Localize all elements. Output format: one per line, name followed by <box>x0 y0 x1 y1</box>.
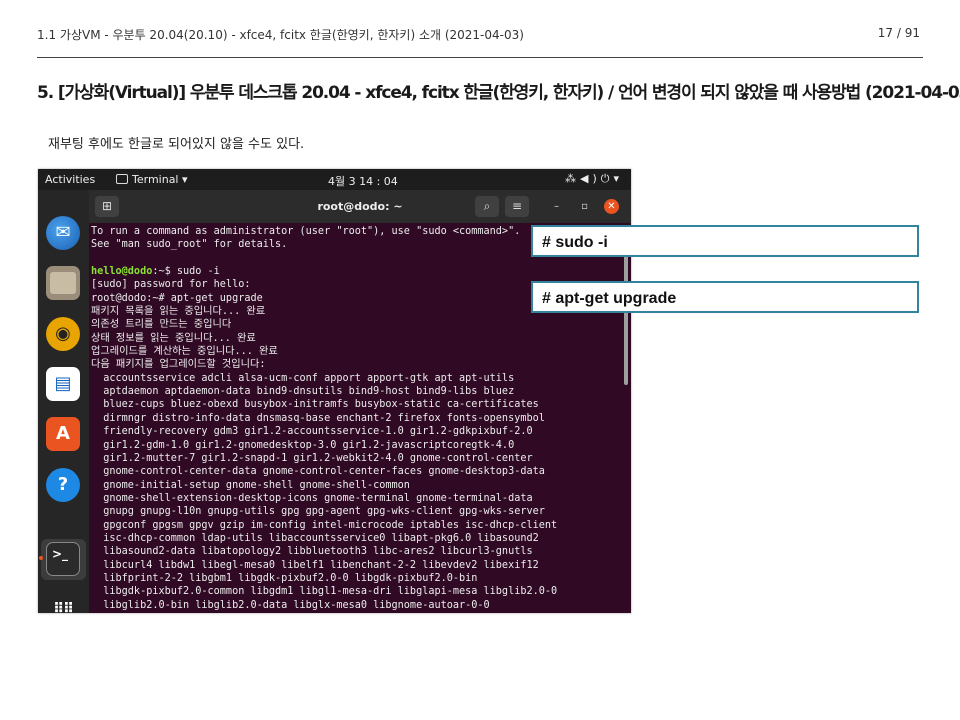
hamburger-menu-icon[interactable]: ≡ <box>505 196 529 217</box>
clock[interactable]: 4월 3 14 : 04 <box>328 173 398 189</box>
help-icon[interactable]: ? <box>46 468 80 502</box>
prompt-user: hello@dodo <box>91 266 153 278</box>
callout-apt-upgrade: # apt-get upgrade <box>531 281 919 313</box>
thunderbird-icon[interactable]: ✉ <box>46 216 80 250</box>
header-divider <box>37 57 923 58</box>
terminal-line: To run a command as administrator (user … <box>91 226 521 237</box>
terminal-line: isc-dhcp-common ldap-utils libaccountsse… <box>91 532 539 544</box>
terminal-line: 패키지 목록을 읽는 중입니다... 완료 <box>91 306 266 318</box>
chevron-down-icon: ▾ <box>613 172 623 185</box>
terminal-icon[interactable]: >_ <box>46 542 80 576</box>
terminal-line: friendly-recovery gdm3 gir1.2-accountsse… <box>91 426 533 438</box>
software-icon[interactable]: A <box>46 417 80 451</box>
page-title: 5. [가상화(Virtual)] 우분투 데스크톱 20.04 - xfce4… <box>37 83 960 103</box>
rhythmbox-icon[interactable]: ◉ <box>46 317 80 351</box>
terminal-line: libgdk-pixbuf2.0-common libgdm1 libgl1-m… <box>91 586 558 598</box>
terminal-line: libcurl4 libdw1 libegl-mesa0 libelf1 lib… <box>91 559 539 571</box>
terminal-line: gnupg gnupg-l10n gnupg-utils gpg gpg-age… <box>91 506 545 518</box>
power-icon: ⏻ <box>600 172 614 185</box>
terminal-line: gir1.2-gdm-1.0 gir1.2-gnomedesktop-3.0 g… <box>91 439 515 451</box>
terminal-line: gnome-shell-extension-desktop-icons gnom… <box>91 492 533 504</box>
prompt-command: :~$ sudo -i <box>152 266 220 278</box>
terminal-line: gpgconf gpgsm gpgv gzip im-config intel-… <box>91 519 558 531</box>
terminal-line: aptdaemon aptdaemon-data bind9-dnsutils … <box>91 386 515 398</box>
activities-button[interactable]: Activities <box>45 173 95 186</box>
terminal-line: 의존성 트리를 만드는 중입니다 <box>91 319 232 331</box>
volume-icon: ◀) <box>580 172 601 185</box>
terminal-line: libasound2-data libatopology2 libbluetoo… <box>91 546 533 558</box>
doc-header-section: 1.1 가상VM - 우분투 20.04(20.10) - xfce4, fci… <box>37 28 524 42</box>
terminal-line: accountsservice adcli alsa-ucm-conf appo… <box>91 372 515 384</box>
terminal-line: See "man sudo_root" for details. <box>91 239 288 251</box>
writer-icon[interactable]: ▤ <box>46 367 80 401</box>
network-icon: ⁂ <box>565 172 580 185</box>
terminal-line: gnome-control-center-data gnome-control-… <box>91 466 545 478</box>
page-number: 17 / 91 <box>877 26 920 40</box>
note-text: 재부팅 후에도 한글로 되어있지 않을 수도 있다. <box>48 137 305 152</box>
terminal-line: 업그레이드를 계산하는 중입니다... 완료 <box>91 346 278 358</box>
terminal-line: root@dodo:~# apt-get upgrade <box>91 292 263 304</box>
terminal-titlebar: ⊞ root@dodo: ~ ⌕ ≡ – ▫ ✕ <box>89 190 631 223</box>
callout-sudo: # sudo -i <box>531 225 919 257</box>
terminal-line: 상태 정보를 읽는 중입니다... 완료 <box>91 332 256 344</box>
terminal-small-icon <box>116 174 128 184</box>
files-icon[interactable] <box>46 266 80 300</box>
terminal-line: [sudo] password for hello: <box>91 279 251 291</box>
terminal-line: gnome-initial-setup gnome-shell gnome-sh… <box>91 479 410 491</box>
minimize-icon[interactable]: – <box>549 199 564 214</box>
dock: ✉ ◉ ▤ A ? >_ ⠿⠿ <box>38 190 89 613</box>
terminal-line: libfprint-2-2 libgbm1 libgdk-pixbuf2.0-0… <box>91 572 478 584</box>
running-indicator <box>39 556 43 560</box>
terminal-line: bluez-cups bluez-obexd busybox-initramfs… <box>91 399 539 411</box>
maximize-icon[interactable]: ▫ <box>577 199 592 214</box>
terminal-line: libglib2.0-bin libglib2.0-data libglx-me… <box>91 599 490 611</box>
search-icon[interactable]: ⌕ <box>475 196 499 217</box>
ubuntu-top-bar: Activities Terminal ▾ 4월 3 14 : 04 ⁂◀)⏻▾ <box>38 169 631 190</box>
app-grid-icon[interactable]: ⠿⠿ <box>46 592 80 613</box>
close-icon[interactable]: ✕ <box>604 199 619 214</box>
terminal-line: 다음 패키지를 업그레이드할 것입니다: <box>91 359 266 371</box>
terminal-line: dirmngr distro-info-data dnsmasq-base en… <box>91 412 545 424</box>
system-tray[interactable]: ⁂◀)⏻▾ <box>565 172 623 186</box>
app-menu-label: Terminal ▾ <box>132 173 188 186</box>
terminal-line: gir1.2-mutter-7 gir1.2-snapd-1 gir1.2-we… <box>91 452 533 464</box>
app-menu-terminal[interactable]: Terminal ▾ <box>116 173 188 186</box>
